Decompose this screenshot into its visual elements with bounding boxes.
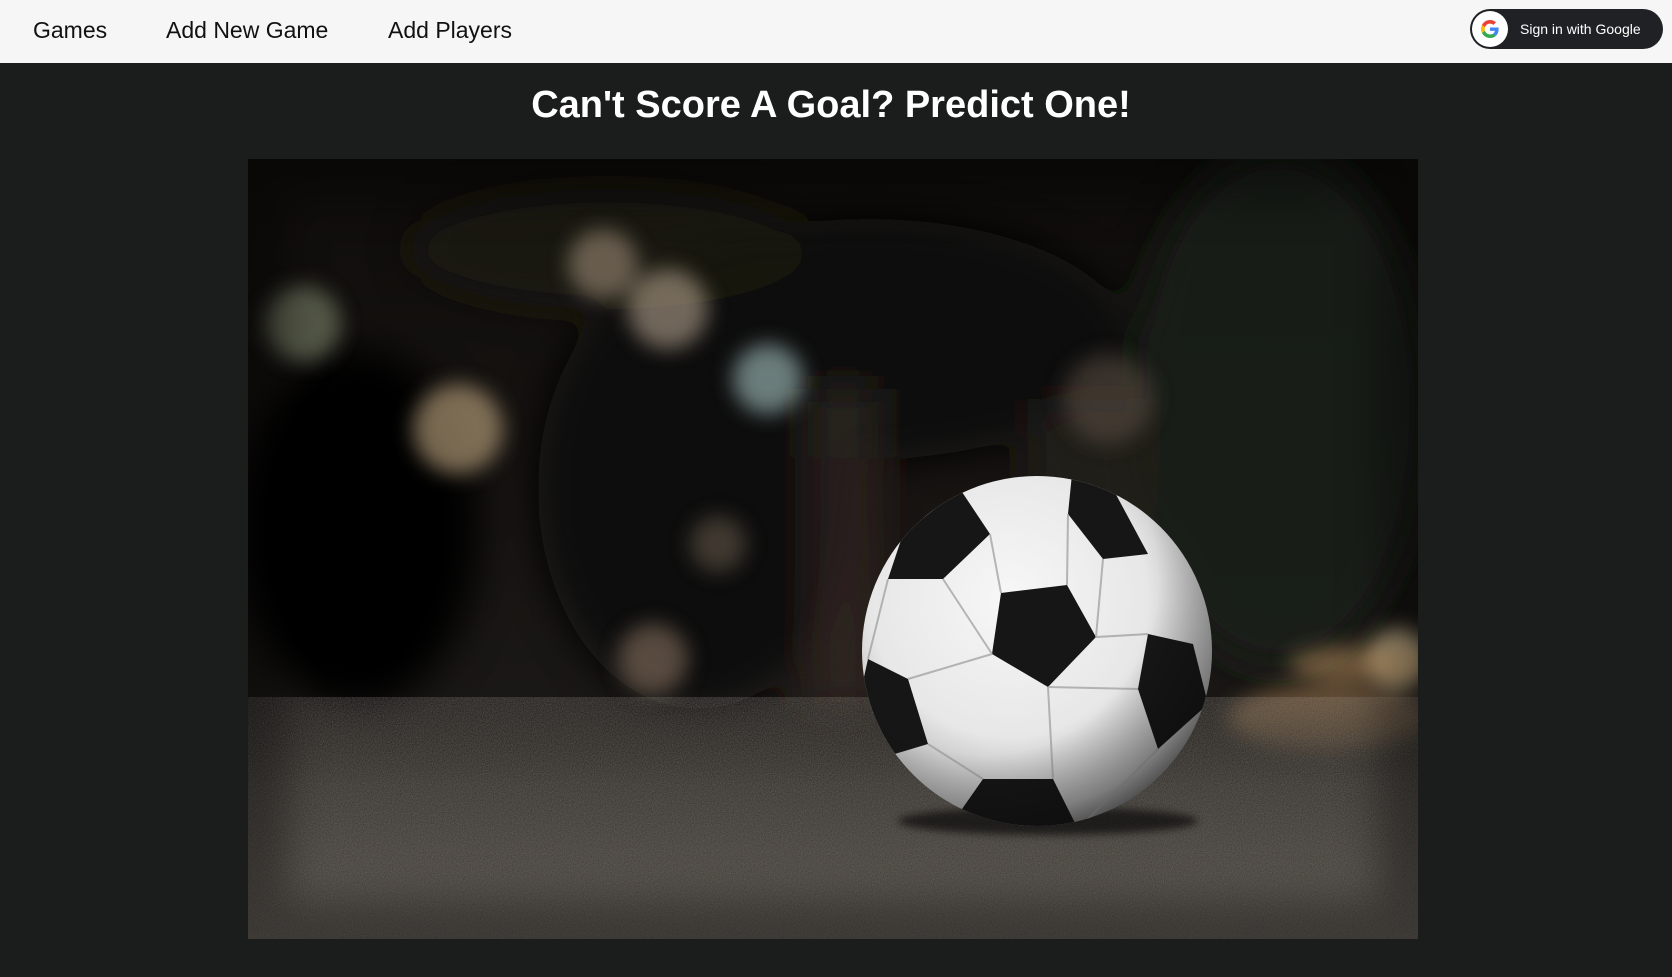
top-navbar: Games Add New Game Add Players Sign in w… [0,0,1672,63]
soccer-ball-photo [248,159,1418,939]
google-g-icon [1481,20,1499,38]
google-signin-button[interactable]: Sign in with Google [1470,9,1663,49]
google-signin-label: Sign in with Google [1520,21,1641,37]
nav-link-add-new-game[interactable]: Add New Game [166,0,328,63]
nav-link-add-players[interactable]: Add Players [388,0,512,63]
page-headline: Can't Score A Goal? Predict One! [531,84,1131,126]
hero-image [248,159,1418,939]
google-icon-badge [1472,11,1508,47]
nav-link-games[interactable]: Games [33,0,107,63]
